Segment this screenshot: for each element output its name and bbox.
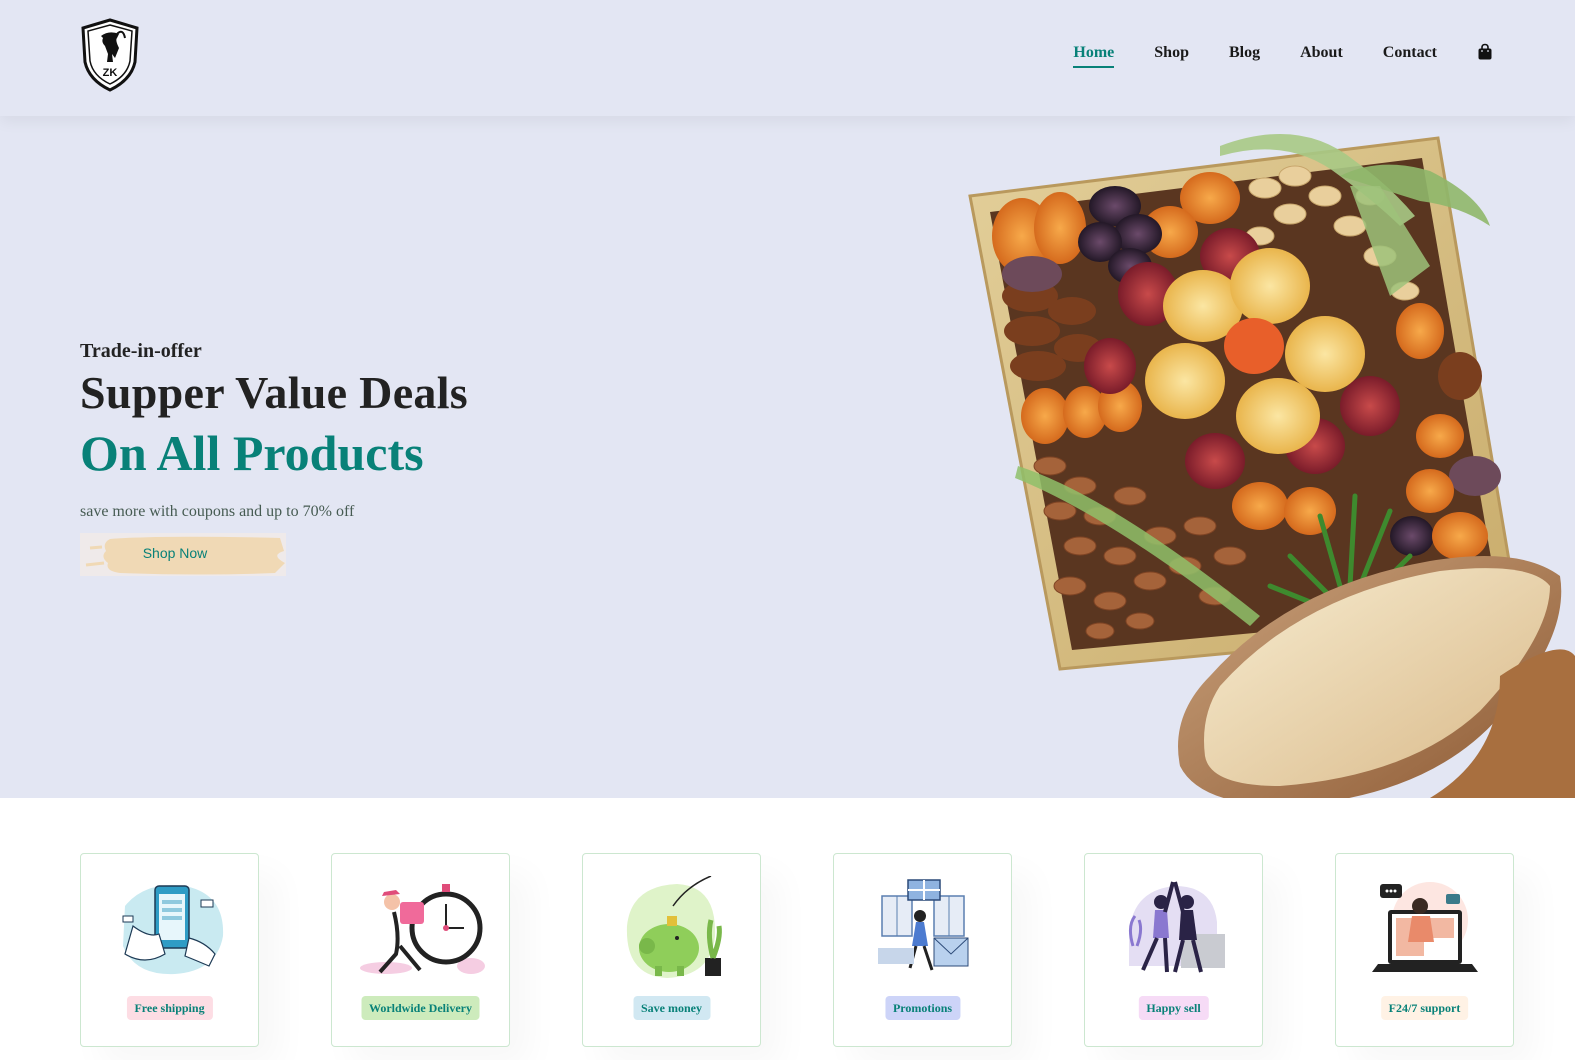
feature-label: Promotions bbox=[884, 996, 961, 1020]
piggy-bank-icon bbox=[626, 876, 722, 978]
nav-home[interactable]: Home bbox=[1073, 44, 1114, 68]
feature-card[interactable]: Happy sell bbox=[1084, 853, 1263, 1047]
hero-section: Trade-in-offer Supper Value Deals On All… bbox=[0, 116, 1575, 798]
hero-tagline: save more with coupons and up to 70% off bbox=[80, 503, 355, 520]
logo-icon[interactable]: ZK bbox=[79, 18, 141, 92]
hero-subtitle: On All Products bbox=[80, 425, 424, 481]
nav-contact[interactable]: Contact bbox=[1383, 44, 1437, 62]
feature-card[interactable]: Promotions bbox=[833, 853, 1012, 1047]
nav-about[interactable]: About bbox=[1300, 44, 1343, 62]
promotion-icon bbox=[878, 879, 969, 971]
feature-card[interactable]: F24/7 support bbox=[1335, 853, 1514, 1047]
site-header: ZK Home Shop Blog About Contact bbox=[0, 0, 1575, 116]
feature-label: Free shipping bbox=[126, 996, 213, 1020]
features-section: Free shipping Worldwide Delivery Save mo… bbox=[0, 798, 1575, 1060]
support-laptop-icon bbox=[1372, 882, 1478, 972]
mobile-payment-icon bbox=[122, 885, 224, 975]
shop-now-label: Shop Now bbox=[142, 545, 208, 561]
shopping-bag-icon[interactable] bbox=[1477, 43, 1493, 61]
logo-text: ZK bbox=[103, 67, 118, 79]
hero-eyebrow: Trade-in-offer bbox=[80, 340, 202, 362]
main-nav: Home Shop Blog About Contact bbox=[1033, 43, 1493, 68]
feature-card[interactable]: Save money bbox=[582, 853, 761, 1047]
hero-title: Supper Value Deals bbox=[80, 367, 468, 418]
feature-card[interactable]: Worldwide Delivery bbox=[331, 853, 510, 1047]
feature-label: Save money bbox=[633, 996, 710, 1020]
high-five-icon bbox=[1128, 881, 1225, 973]
dried-fruit-tray-image bbox=[968, 134, 1575, 798]
shop-now-button[interactable]: Shop Now bbox=[80, 533, 286, 576]
delivery-clock-icon bbox=[360, 884, 485, 974]
feature-card[interactable]: Free shipping bbox=[80, 853, 259, 1047]
feature-label: Happy sell bbox=[1138, 996, 1209, 1020]
nav-blog[interactable]: Blog bbox=[1229, 44, 1260, 62]
feature-label: F24/7 support bbox=[1380, 996, 1469, 1020]
feature-label: Worldwide Delivery bbox=[361, 996, 480, 1020]
nav-shop[interactable]: Shop bbox=[1154, 44, 1189, 62]
hero-text: Trade-in-offer Supper Value Deals On All… bbox=[80, 340, 468, 576]
